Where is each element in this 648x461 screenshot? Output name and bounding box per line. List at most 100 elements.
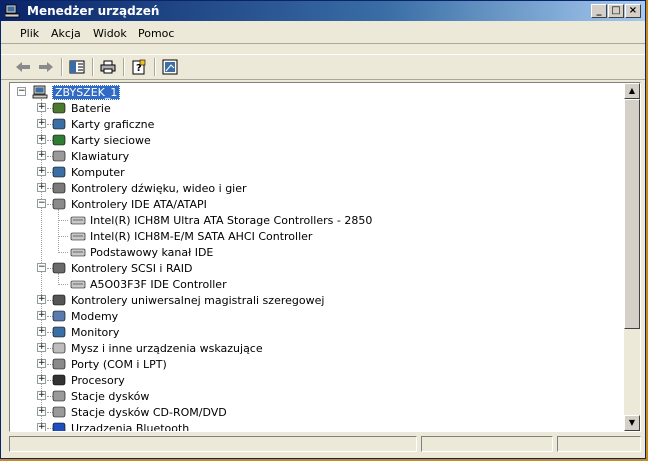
tree-category[interactable]: Urządzenia Bluetooth (51, 420, 189, 431)
expand-toggle[interactable]: + (37, 103, 46, 112)
status-segment (9, 436, 417, 452)
mouse-icon (51, 341, 67, 355)
tree-category-label: Porty (COM i LPT) (71, 357, 167, 371)
scroll-up-button[interactable]: ▲ (624, 83, 640, 99)
toolbar-separator (123, 58, 125, 76)
menu-file[interactable]: Plik (20, 27, 39, 40)
tree-category-label: Kontrolery dźwięku, wideo i gier (71, 181, 247, 195)
back-button[interactable] (13, 57, 33, 77)
tree-device-label: Intel(R) ICH8M-E/M SATA AHCI Controller (90, 229, 313, 243)
tree-category[interactable]: Stacje dysków CD-ROM/DVD (51, 404, 227, 420)
tree-connector (58, 236, 68, 237)
tree-category[interactable]: Monitory (51, 324, 119, 340)
ide-device-icon (70, 229, 86, 243)
tree-category[interactable]: Procesory (51, 372, 125, 388)
ide-device-icon (70, 213, 86, 227)
expand-toggle[interactable]: + (37, 423, 46, 431)
cpu-icon (51, 373, 67, 387)
menu-action[interactable]: Akcja (51, 27, 81, 40)
tree-category[interactable]: Baterie (51, 100, 111, 116)
tree-category[interactable]: Klawiatury (51, 148, 129, 164)
menu-view[interactable]: Widok (93, 27, 127, 40)
expand-toggle[interactable]: − (37, 199, 46, 208)
tree-device[interactable]: A5O03F3F IDE Controller (70, 276, 227, 292)
tree-category[interactable]: Porty (COM i LPT) (51, 356, 167, 372)
toolbar: ? (1, 54, 645, 80)
tree-category[interactable]: Kontrolery dźwięku, wideo i gier (51, 180, 247, 196)
expand-toggle[interactable]: + (37, 343, 46, 352)
ide-device-icon (70, 245, 86, 259)
device-manager-icon (5, 4, 20, 18)
status-segment (557, 436, 641, 452)
status-segment (421, 436, 553, 452)
root-collapse-toggle[interactable]: − (17, 87, 26, 96)
expand-toggle[interactable]: + (37, 391, 46, 400)
print-button[interactable] (98, 57, 118, 77)
expand-toggle[interactable]: + (37, 359, 46, 368)
properties-button[interactable]: ? (129, 57, 149, 77)
tree-category[interactable]: Stacje dysków (51, 388, 149, 404)
tree-category[interactable]: Kontrolery SCSI i RAID (51, 260, 192, 276)
device-tree-pane[interactable]: − ZBYSZEK_1 + Baterie + Karty graficzne + Kar… (9, 82, 641, 432)
tree-device[interactable]: Podstawowy kanał IDE (70, 244, 213, 260)
tree-category-label: Klawiatury (71, 149, 130, 163)
forward-button[interactable] (36, 57, 56, 77)
usb-icon (51, 293, 67, 307)
modem-icon (51, 309, 67, 323)
expand-toggle[interactable]: + (37, 295, 46, 304)
network-card-icon (51, 133, 67, 147)
expand-toggle[interactable]: + (37, 151, 46, 160)
expand-toggle[interactable]: + (37, 407, 46, 416)
tree-category[interactable]: Komputer (51, 164, 125, 180)
expand-toggle[interactable]: + (37, 327, 46, 336)
minimize-button[interactable]: _ (591, 4, 607, 18)
computer-root-icon (32, 85, 48, 99)
expand-toggle[interactable]: + (37, 135, 46, 144)
tree-category[interactable]: Kontrolery IDE ATA/ATAPI (51, 196, 207, 212)
tree-device[interactable]: Intel(R) ICH8M-E/M SATA AHCI Controller (70, 228, 312, 244)
scroll-thumb[interactable] (624, 99, 640, 329)
tree-category[interactable]: Karty sieciowe (51, 132, 151, 148)
tree-connector (58, 220, 68, 221)
expand-toggle[interactable]: − (37, 263, 46, 272)
menu-help[interactable]: Pomoc (138, 27, 174, 40)
expand-toggle[interactable]: + (37, 183, 46, 192)
tree-root[interactable]: ZBYSZEK_1 (32, 84, 121, 100)
tree-category-label: Kontrolery uniwersalnej magistrali szere… (71, 293, 325, 307)
device-tree[interactable]: − ZBYSZEK_1 + Baterie + Karty graficzne + Kar… (10, 83, 624, 431)
tree-category-label: Stacje dysków (71, 389, 150, 403)
maximize-button[interactable]: □ (608, 4, 624, 18)
tree-root-label[interactable]: ZBYSZEK_1 (52, 84, 121, 100)
tree-category-label: Modemy (71, 309, 119, 323)
tree-device[interactable]: Intel(R) ICH8M Ultra ATA Storage Control… (70, 212, 372, 228)
scroll-down-button[interactable]: ▼ (624, 415, 640, 431)
device-manager-window: Menedżer urządzeń _ □ × Plik Akcja Widok… (0, 0, 646, 459)
expand-toggle[interactable]: + (37, 119, 46, 128)
tree-category[interactable]: Modemy (51, 308, 118, 324)
show-hide-tree-button[interactable] (67, 57, 87, 77)
tree-device-label: Podstawowy kanał IDE (90, 245, 214, 259)
toolbar-separator (61, 58, 63, 76)
toolbar-separator (92, 58, 94, 76)
expand-toggle[interactable]: + (37, 311, 46, 320)
help-button[interactable] (160, 57, 180, 77)
tree-device-label: Intel(R) ICH8M Ultra ATA Storage Control… (90, 213, 373, 227)
expand-toggle[interactable]: + (37, 375, 46, 384)
toolbar-separator (154, 58, 156, 76)
tree-category[interactable]: Karty graficzne (51, 116, 154, 132)
back-icon (16, 62, 30, 72)
tree-connector (58, 252, 68, 253)
tree-category[interactable]: Mysz i inne urządzenia wskazujące (51, 340, 263, 356)
tree-category-label: Komputer (71, 165, 125, 179)
tree-category-label: Mysz i inne urządzenia wskazujące (71, 341, 263, 355)
help-icon (162, 59, 178, 75)
title-bar[interactable]: Menedżer urządzeń _ □ × (1, 1, 645, 21)
close-button[interactable]: × (625, 4, 641, 18)
vertical-scrollbar[interactable]: ▲ ▼ (624, 83, 640, 431)
disk-drive-icon (51, 389, 67, 403)
tree-category-label: Karty sieciowe (71, 133, 151, 147)
battery-icon (51, 101, 67, 115)
expand-toggle[interactable]: + (37, 167, 46, 176)
tree-category[interactable]: Kontrolery uniwersalnej magistrali szere… (51, 292, 324, 308)
menu-bar: Plik Akcja Widok Pomoc (1, 23, 645, 44)
